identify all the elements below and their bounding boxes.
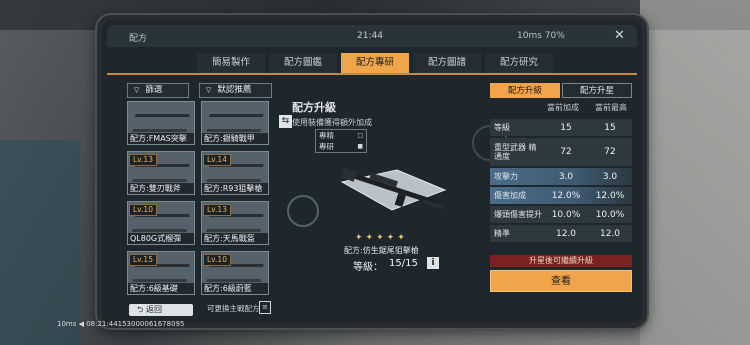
recipe-name: 配方:FMAS突擊 [128,133,194,144]
level-value: 15/15 [389,258,418,269]
level-badge: Lv.15 [129,254,157,266]
background-left [0,140,80,345]
recipe-name: 配方:R93狙擊槍 [202,183,268,194]
star-icon: ✦ [355,233,363,243]
star-icon: ✦ [397,233,405,243]
level-badge: Lv.14 [203,154,231,166]
tab-recipe-research[interactable]: 配方專研 [341,53,409,73]
slot-research[interactable]: 專研 ■ [316,141,366,152]
column-max: 當前最高 [595,103,627,112]
tab-bar: 簡易製作 配方圖鑑 配方專研 配方圖譜 配方研究 [197,53,553,73]
recipe-name: 配方:雙刃戰斧 [128,183,194,194]
collapse-arrow-icon[interactable]: ⇆ [279,115,292,128]
slot-specialization[interactable]: 專精 □ [316,130,366,141]
weapon-image [132,114,190,132]
star-icon: ✦ [386,233,395,243]
column-current: 當前加成 [547,103,579,112]
background-right [640,0,750,345]
clock: 21:44 [357,31,383,41]
recipe-name: 配方:6級蔚藍 [202,283,268,294]
chevron-down-icon: ▽ [206,86,212,94]
sniper-rifle-image [340,167,447,211]
stat-row: 爆頭傷害提升 10.0% 10.0% [490,206,632,223]
decorative-ring [287,195,319,227]
tab-simple-craft[interactable]: 簡易製作 [197,53,265,73]
upgrade-title: 配方升級 [292,101,336,114]
filled-slot-icon: ■ [357,143,363,150]
weapon-image [132,214,190,232]
upgrade-subtitle: 使用裝備獲得額外加成 [292,118,372,127]
level-badge: Lv.10 [129,204,157,216]
tab-recipe-study[interactable]: 配方研究 [485,53,553,73]
tablet-screen: 配方 21:44 10ms 70% ✕ 簡易製作 配方圖鑑 配方專研 配方圖譜 … [107,25,637,318]
recipe-card[interactable]: Lv.13 配方:天馬戰盔 [201,201,269,245]
stat-row: 精準 12.0 12.0 [490,225,632,242]
panel-tabs: 配方升級 配方升星 [490,83,632,98]
tab-recipe-catalog[interactable]: 配方圖鑑 [269,53,337,73]
back-button[interactable]: ⮌ 返回 [129,304,193,316]
stat-row: 傷害加成 12.0% 12.0% [490,187,632,204]
tab-recipe-upgrade[interactable]: 配方升級 [490,83,560,98]
empty-slot-icon: □ [357,132,363,139]
level-badge: Lv.10 [203,254,231,266]
stat-row: 攻擊力 3.0 3.0 [490,168,632,185]
recipe-card[interactable]: Lv.14 配方:R93狙擊槍 [201,151,269,195]
weapon-image [132,164,190,182]
filter-label: 篩選 [145,85,163,95]
level-badge: Lv.13 [129,154,157,166]
recipe-name: 配方:銀騎戰甲 [202,133,268,144]
recipe-card[interactable]: Lv.10 QL80G式榴彈 [127,201,195,245]
star-icon: ✦ [376,233,384,243]
back-arrow-icon: ⮌ [137,305,146,314]
sort-dropdown[interactable]: ▽ 默認推薦 [199,83,272,98]
tab-recipe-star[interactable]: 配方升星 [562,83,632,98]
info-icon[interactable]: i [427,257,439,269]
replace-recipe-note: 可更換主戰配方 [207,304,260,313]
recipe-card[interactable]: Lv.10 配方:6級蔚藍 [201,251,269,295]
weapon-name: 配方:仿生鋸尾狙擊槍 [344,246,419,255]
recipe-card[interactable]: Lv.15 配方:6級基礎 [127,251,195,295]
stat-row: 重型武器 精通度 72 72 [490,138,632,166]
filter-button[interactable]: ▽ 篩選 [127,83,189,98]
level-badge: Lv.13 [203,204,231,216]
recipe-name: 配方:6級基礎 [128,283,194,294]
chevron-down-icon: ▽ [134,86,140,94]
view-button[interactable]: 查看 [490,270,632,292]
armor-image [206,214,264,232]
network-status: 10ms 70% [517,31,565,41]
bottom-status: 10ms ◀ 08:21:44153000061678095 [57,320,185,328]
weapon-image [206,264,264,282]
list-icon[interactable]: ≡ [259,301,271,314]
armor-image [206,114,264,132]
weapon-image [206,164,264,182]
sort-label: 默認推薦 [217,85,252,95]
recipe-card[interactable]: Lv.13 配方:雙刃戰斧 [127,151,195,195]
close-icon[interactable]: ✕ [614,28,625,43]
upgrade-note: 升星後可繼續升級 [490,255,632,267]
equipment-slots: 專精 □ 專研 ■ [315,129,367,153]
back-label: 返回 [145,305,162,314]
tablet-frame: 配方 21:44 10ms 70% ✕ 簡易製作 配方圖鑑 配方專研 配方圖譜 … [97,15,647,328]
recipe-card[interactable]: 配方:FMAS突擊 [127,101,195,145]
weapon-image [132,264,190,282]
level-label: 等級： [353,262,383,273]
status-bar: 配方 21:44 10ms 70% ✕ [107,25,637,47]
stat-row: 等級 15 15 [490,119,632,136]
window-title: 配方 [129,34,148,44]
tab-recipe-atlas[interactable]: 配方圖譜 [413,53,481,73]
tab-underline [107,73,637,75]
recipe-name: QL80G式榴彈 [128,233,194,244]
recipe-card[interactable]: 配方:銀騎戰甲 [201,101,269,145]
recipe-name: 配方:天馬戰盔 [202,233,268,244]
star-icon: ✦ [365,233,374,243]
star-rating: ✦ ✦ ✦ ✦ ✦ [355,233,405,243]
